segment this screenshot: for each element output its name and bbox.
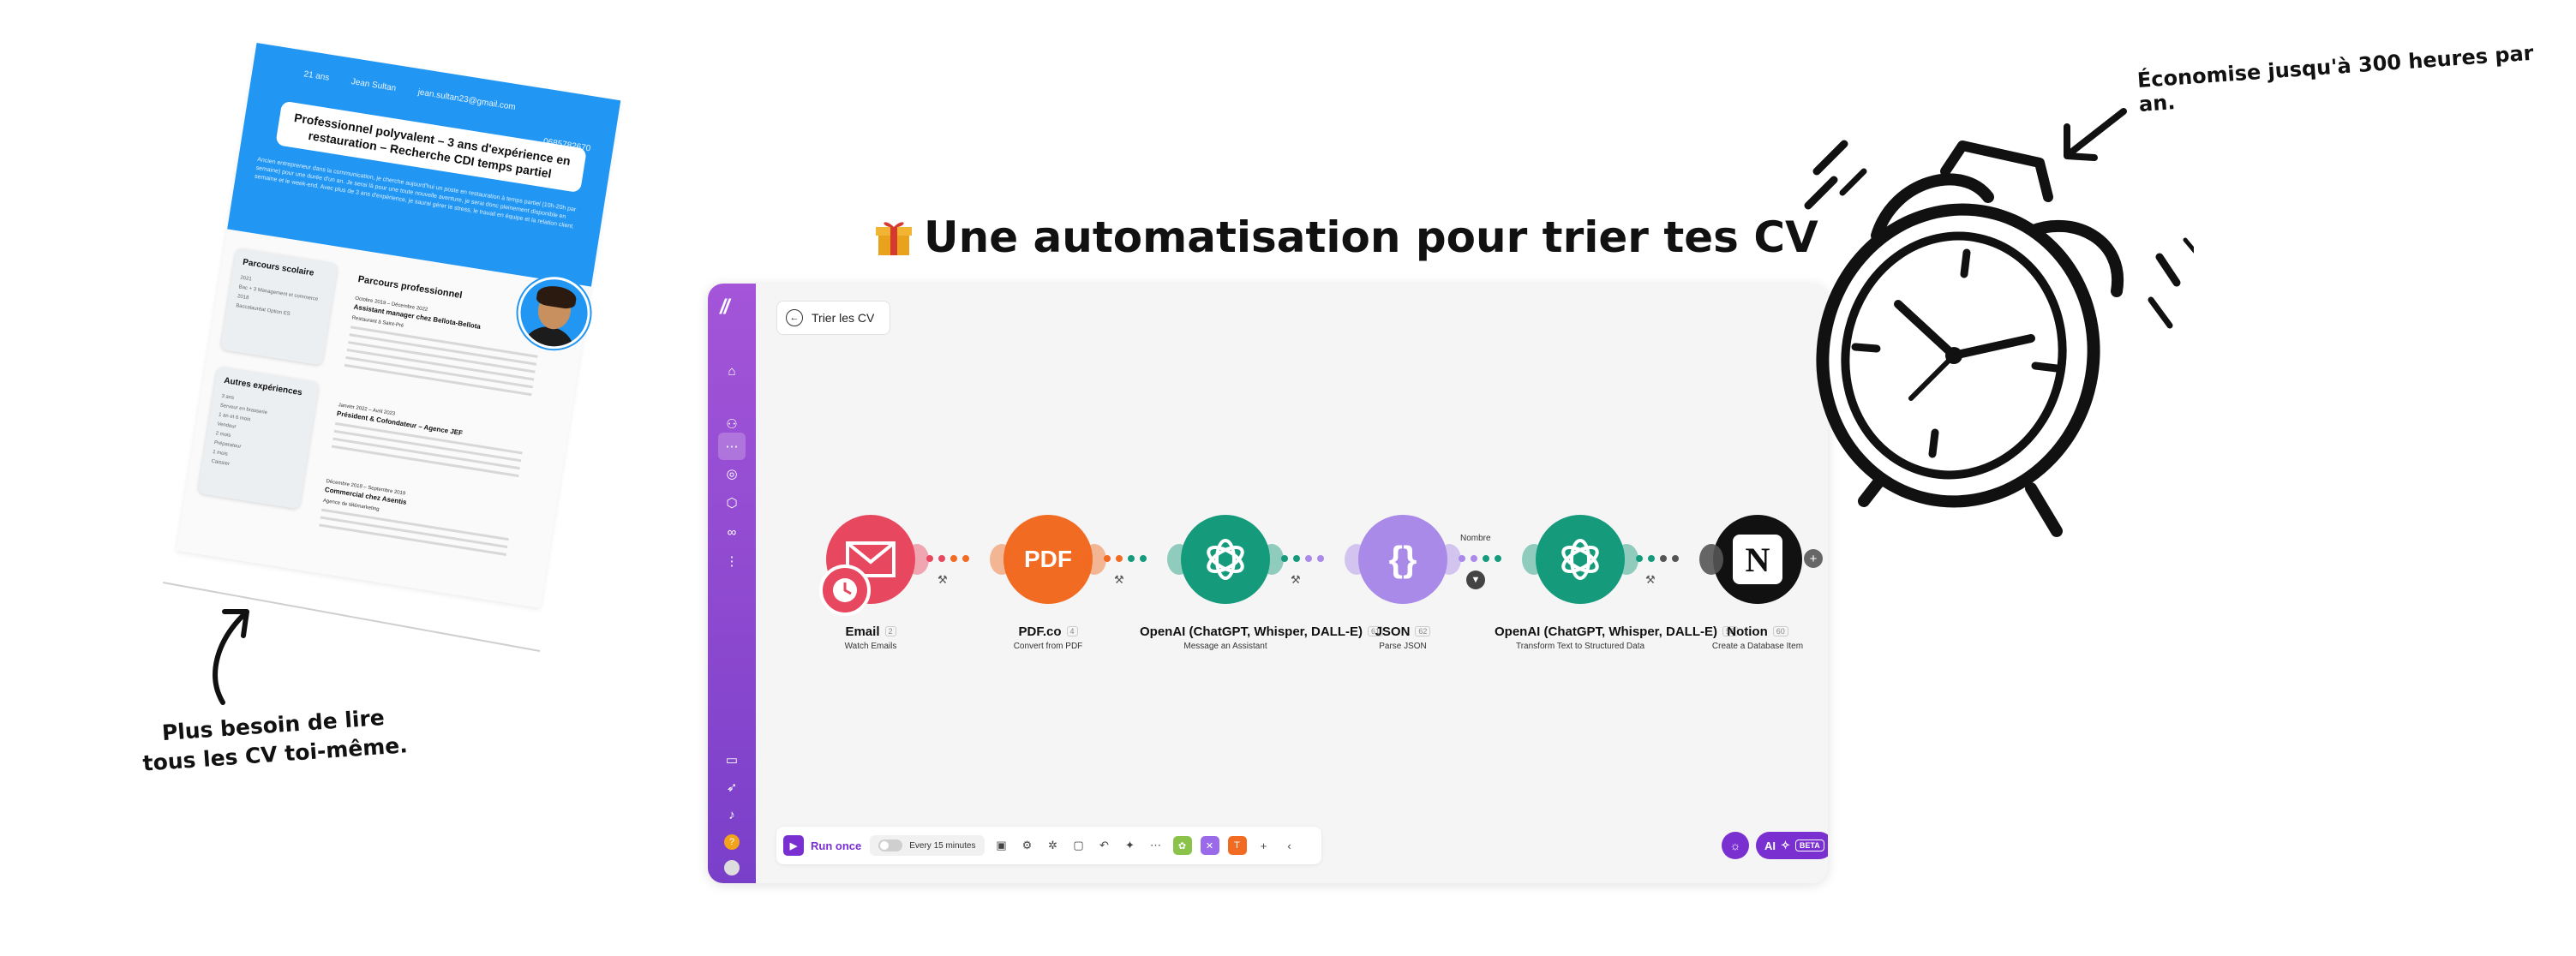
chevron-left-icon[interactable]: ‹ [1281, 837, 1298, 854]
email-icon [819, 515, 929, 616]
cv-pro-title: Parcours professionnel [356, 274, 464, 302]
gear-icon[interactable]: ✲ [1045, 837, 1062, 854]
module-sub: Transform Text to Structured Data [1515, 642, 1645, 651]
connections-icon[interactable]: ∞ [718, 518, 746, 546]
openai-icon [1522, 515, 1638, 604]
arrow-down-left-icon [2064, 108, 2127, 161]
settings-icon[interactable]: ⚙ [1019, 837, 1036, 854]
user-avatar-icon[interactable] [718, 854, 746, 881]
tools-icon[interactable]: ✿ [1172, 836, 1192, 855]
bell-icon[interactable]: ♪ [718, 801, 746, 828]
run-once-button[interactable]: ▶ Run once [783, 835, 861, 856]
ai-group: ☼ AI ✧ BETA [1722, 832, 1828, 859]
apps-icon[interactable]: ⬡ [718, 489, 746, 517]
schedule-toggle[interactable]: Every 15 minutes [870, 835, 985, 856]
cv-job: Janvier 2022 – Avril 2023 Président & Co… [331, 403, 542, 485]
pdf-icon: PDF [990, 515, 1106, 604]
beta-badge: BETA [1794, 839, 1824, 851]
cv-email: jean.sultan23@gmail.com [416, 87, 517, 113]
save-icon[interactable]: ▣ [993, 837, 1010, 854]
module-sub: Create a Database Item [1711, 642, 1804, 651]
module-sub: Message an Assistant [1183, 642, 1267, 651]
cv-age: 21 ans [303, 69, 331, 83]
module-openai-1[interactable]: OpenAI (ChatGPT, Whisper, DALL-E) 61 Mess… [1140, 515, 1384, 651]
toggle-switch[interactable] [878, 839, 903, 851]
module-json[interactable]: {} JSON 62 Parse JSON [1317, 515, 1489, 651]
docs-icon[interactable]: ▭ [718, 746, 746, 774]
module-index: 62 [1415, 626, 1431, 636]
lightbulb-icon[interactable]: ☼ [1722, 832, 1749, 859]
module-pdfco[interactable]: PDF PDF.co 4 Convert from PDF [962, 515, 1134, 651]
flow-control-icon[interactable]: ✕ [1200, 836, 1219, 855]
play-icon: ▶ [783, 835, 804, 856]
bottom-toolbar: ▶ Run once Every 15 minutes ▣ ⚙ ✲ ▢ ↶ ✦ … [776, 827, 1321, 864]
alarm-clock-icon [1804, 140, 2194, 537]
module-name: JSON [1375, 624, 1411, 639]
cv-name: Jean Sultan [350, 76, 397, 94]
clock-note: Économise jusqu'à 300 heures par an. [2136, 40, 2535, 117]
arrow-up-icon [213, 609, 249, 705]
scenario-editor: // ⌂ ⚇ ⋯ ◎ ⬡ ∞ ⋮ ▭ ➶ ♪ ? ← Trier les CV … [708, 284, 1828, 883]
undo-icon[interactable]: ↶ [1096, 837, 1113, 854]
arrow-left-icon: ← [786, 309, 803, 326]
module-email[interactable]: Email 2 Watch Emails [785, 515, 956, 651]
openai-icon [1167, 515, 1284, 604]
templates-icon[interactable]: ◎ [718, 460, 746, 487]
back-button[interactable]: ← Trier les CV [776, 301, 891, 335]
module-sub: Parse JSON [1379, 642, 1427, 651]
module-index: 2 [884, 626, 896, 636]
page-title-text: Une automatisation pour trier tes CV [924, 212, 1818, 262]
scenario-name: Trier les CV [812, 311, 875, 325]
module-sub: Convert from PDF [1013, 642, 1083, 651]
run-once-label: Run once [811, 839, 862, 852]
cv-note: Plus besoin de lire tous les CV toi-même… [118, 701, 430, 780]
text-parser-icon[interactable]: T [1227, 836, 1247, 855]
module-index: 60 [1772, 626, 1788, 636]
make-logo-icon[interactable]: // [720, 296, 729, 320]
more-options-icon[interactable]: ⋯ [1147, 837, 1165, 854]
plus-icon[interactable]: + [1255, 837, 1273, 854]
module-name: Email [845, 624, 880, 639]
home-icon[interactable]: ⌂ [718, 357, 746, 385]
cv-job: Décembre 2018 – Septembre 2019 Commercia… [318, 479, 530, 564]
help-icon[interactable]: ? [718, 828, 746, 856]
json-icon-text: {} [1388, 539, 1417, 579]
pdf-icon-text: PDF [1024, 546, 1072, 572]
cv-other-card: Autres expériences 3 ans Serveur en bras… [197, 366, 320, 510]
cv-preview: 21 ans Jean Sultan jean.sultan23@gmail.c… [176, 43, 621, 608]
scenarios-icon[interactable]: ⋯ [718, 433, 746, 460]
module-name: Notion [1727, 624, 1768, 639]
module-openai-2[interactable]: OpenAI (ChatGPT, Whisper, DALL-E) 58 Tran… [1495, 515, 1739, 651]
module-name: PDF.co [1018, 624, 1062, 639]
magic-icon[interactable]: ✦ [1122, 837, 1139, 854]
schedule-label: Every 15 minutes [909, 840, 976, 851]
module-index: 4 [1066, 626, 1078, 636]
page-title: Une automatisation pour trier tes CV [874, 212, 1818, 262]
module-sub: Watch Emails [844, 642, 897, 651]
ai-button[interactable]: AI ✧ BETA [1756, 832, 1828, 859]
ai-label: AI [1764, 839, 1776, 852]
json-icon: {} [1345, 515, 1461, 604]
cv-header: 21 ans Jean Sultan jean.sultan23@gmail.c… [227, 43, 621, 287]
sparkle-icon: ✧ [1781, 839, 1790, 851]
more-icon[interactable]: ⋮ [718, 547, 746, 575]
notion-icon-text: N [1745, 540, 1770, 579]
cv-school-card: Parcours scolaire 2021 Bac + 3 Managemen… [220, 248, 338, 366]
notes-icon[interactable]: ▢ [1070, 837, 1087, 854]
side-rail: // ⌂ ⚇ ⋯ ◎ ⬡ ∞ ⋮ ▭ ➶ ♪ ? [708, 284, 756, 883]
gift-icon [874, 218, 914, 257]
rocket-icon[interactable]: ➶ [718, 774, 746, 801]
clock-icon [819, 565, 871, 616]
